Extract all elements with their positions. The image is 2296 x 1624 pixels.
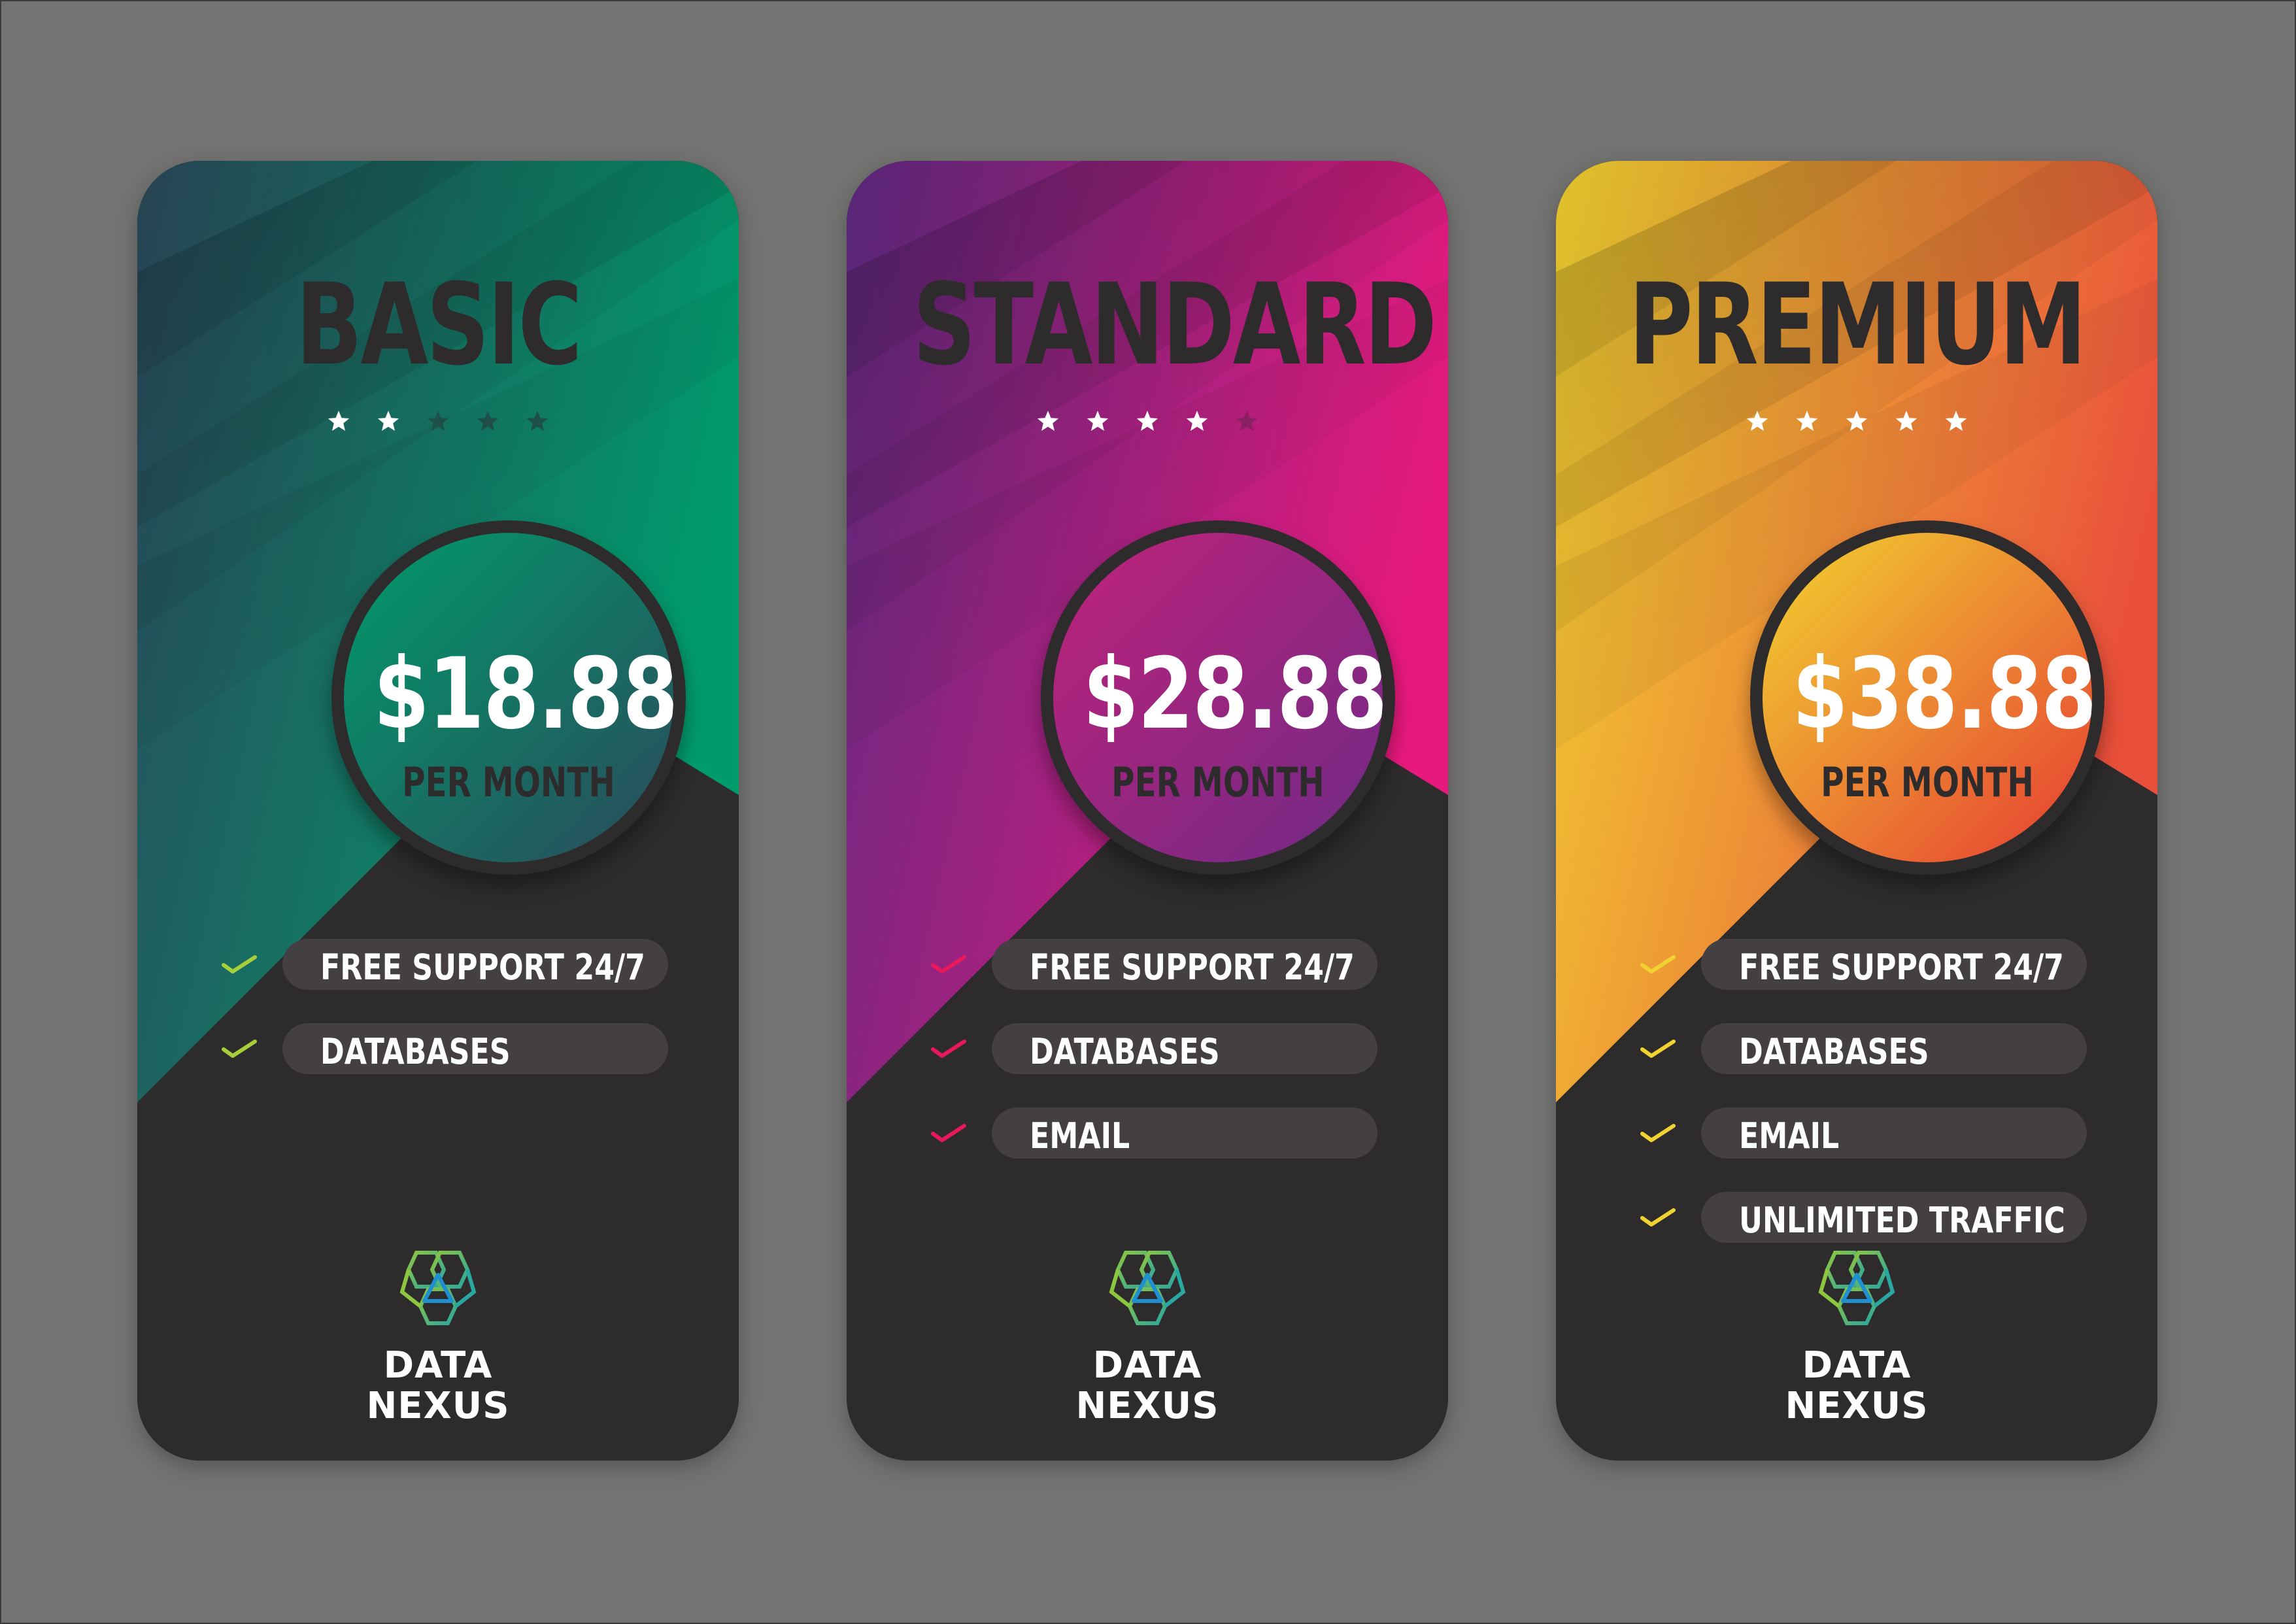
price-period: PER MONTH bbox=[402, 758, 615, 806]
price-value: $18.88 bbox=[373, 637, 673, 751]
check-icon bbox=[1640, 1124, 1676, 1142]
logo-text-line2: NEXUS bbox=[1075, 1385, 1219, 1427]
star-icon bbox=[427, 411, 449, 431]
data-nexus-logo-icon bbox=[399, 1251, 477, 1325]
logo-text-line1: DATA bbox=[383, 1344, 493, 1387]
feature-pill: EMAIL bbox=[1701, 1108, 2087, 1159]
feature-pill: UNLIMITED TRAFFIC bbox=[1701, 1192, 2087, 1243]
star-icon bbox=[477, 411, 499, 431]
feature-label: DATABASES bbox=[1739, 1031, 1929, 1072]
data-nexus-logo: DATA NEXUS bbox=[1556, 1246, 2157, 1429]
star-icon bbox=[1746, 411, 1768, 431]
logo-text-line1: DATA bbox=[1802, 1344, 1912, 1387]
price-circle: $18.88 PER MONTH bbox=[344, 533, 673, 862]
star-icon bbox=[1186, 411, 1208, 431]
star-icon bbox=[1136, 411, 1158, 431]
plan-title: PREMIUM bbox=[1629, 259, 2086, 390]
star-icon bbox=[526, 411, 549, 431]
check-icon bbox=[1640, 1208, 1676, 1226]
data-nexus-logo: DATA NEXUS bbox=[847, 1246, 1448, 1429]
logo-text-line2: NEXUS bbox=[366, 1385, 510, 1427]
pricing-card-premium: PREMIUM $38.88 PER MONTH FREE SUPPORT 24… bbox=[1556, 161, 2157, 1461]
data-nexus-logo-icon bbox=[1818, 1251, 1895, 1325]
plan-title: BASIC bbox=[295, 259, 582, 390]
feature-pill: EMAIL bbox=[992, 1108, 1377, 1159]
feature-label: FREE SUPPORT 24/7 bbox=[1739, 947, 2064, 988]
check-icon bbox=[1640, 1040, 1676, 1058]
pricing-card-standard: STANDARD $28.88 PER MONTH FREE SUPPORT 2… bbox=[847, 161, 1448, 1461]
feature-item: FREE SUPPORT 24/7 bbox=[847, 939, 1448, 990]
star-icon bbox=[1796, 411, 1818, 431]
logo-text-line1: DATA bbox=[1092, 1344, 1202, 1387]
check-icon bbox=[1640, 955, 1676, 973]
price-value: $38.88 bbox=[1792, 637, 2092, 751]
check-icon bbox=[931, 1040, 966, 1058]
star-icon bbox=[1037, 411, 1059, 431]
feature-label: FREE SUPPORT 24/7 bbox=[1030, 947, 1355, 988]
feature-item: FREE SUPPORT 24/7 bbox=[1556, 939, 2157, 990]
star-icon bbox=[1846, 411, 1868, 431]
star-icon bbox=[377, 411, 399, 431]
star-icon bbox=[1945, 411, 1967, 431]
feature-label: DATABASES bbox=[320, 1031, 511, 1072]
feature-item: FREE SUPPORT 24/7 bbox=[137, 939, 739, 990]
feature-label: EMAIL bbox=[1030, 1115, 1130, 1157]
feature-item: UNLIMITED TRAFFIC bbox=[1556, 1192, 2157, 1243]
feature-pill: FREE SUPPORT 24/7 bbox=[992, 939, 1377, 990]
feature-label: FREE SUPPORT 24/7 bbox=[320, 947, 645, 988]
price-period: PER MONTH bbox=[1821, 758, 2034, 806]
logo-text-line2: NEXUS bbox=[1785, 1385, 1929, 1427]
pricing-card-basic: BASIC $18.88 PER MONTH FREE SUPPORT 24/7… bbox=[137, 161, 739, 1461]
feature-item: DATABASES bbox=[847, 1023, 1448, 1074]
feature-label: UNLIMITED TRAFFIC bbox=[1739, 1200, 2065, 1241]
check-icon bbox=[222, 955, 257, 973]
feature-pill: DATABASES bbox=[1701, 1023, 2087, 1074]
price-period: PER MONTH bbox=[1111, 758, 1325, 806]
check-icon bbox=[931, 955, 966, 973]
star-rating bbox=[137, 409, 739, 433]
data-nexus-logo: DATA NEXUS bbox=[137, 1246, 739, 1429]
price-circle: $28.88 PER MONTH bbox=[1053, 533, 1383, 862]
feature-pill: FREE SUPPORT 24/7 bbox=[282, 939, 668, 990]
feature-item: EMAIL bbox=[1556, 1108, 2157, 1159]
feature-pill: DATABASES bbox=[992, 1023, 1377, 1074]
star-icon bbox=[1895, 411, 1917, 431]
check-icon bbox=[931, 1124, 966, 1142]
feature-item: EMAIL bbox=[847, 1108, 1448, 1159]
price-circle: $38.88 PER MONTH bbox=[1763, 533, 2092, 862]
feature-item: DATABASES bbox=[1556, 1023, 2157, 1074]
feature-label: EMAIL bbox=[1739, 1115, 1840, 1157]
star-icon bbox=[1087, 411, 1109, 431]
feature-pill: DATABASES bbox=[282, 1023, 668, 1074]
check-icon bbox=[222, 1040, 257, 1058]
price-value: $28.88 bbox=[1083, 637, 1383, 751]
star-rating bbox=[847, 409, 1448, 433]
price-badge: $18.88 PER MONTH bbox=[331, 520, 686, 875]
price-badge: $38.88 PER MONTH bbox=[1750, 520, 2104, 875]
star-rating bbox=[1556, 409, 2157, 433]
feature-label: DATABASES bbox=[1030, 1031, 1220, 1072]
data-nexus-logo-icon bbox=[1109, 1251, 1186, 1325]
plan-title: STANDARD bbox=[913, 259, 1437, 390]
star-icon bbox=[1236, 411, 1258, 431]
price-badge: $28.88 PER MONTH bbox=[1041, 520, 1395, 875]
feature-item: DATABASES bbox=[137, 1023, 739, 1074]
feature-pill: FREE SUPPORT 24/7 bbox=[1701, 939, 2087, 990]
star-icon bbox=[328, 411, 350, 431]
